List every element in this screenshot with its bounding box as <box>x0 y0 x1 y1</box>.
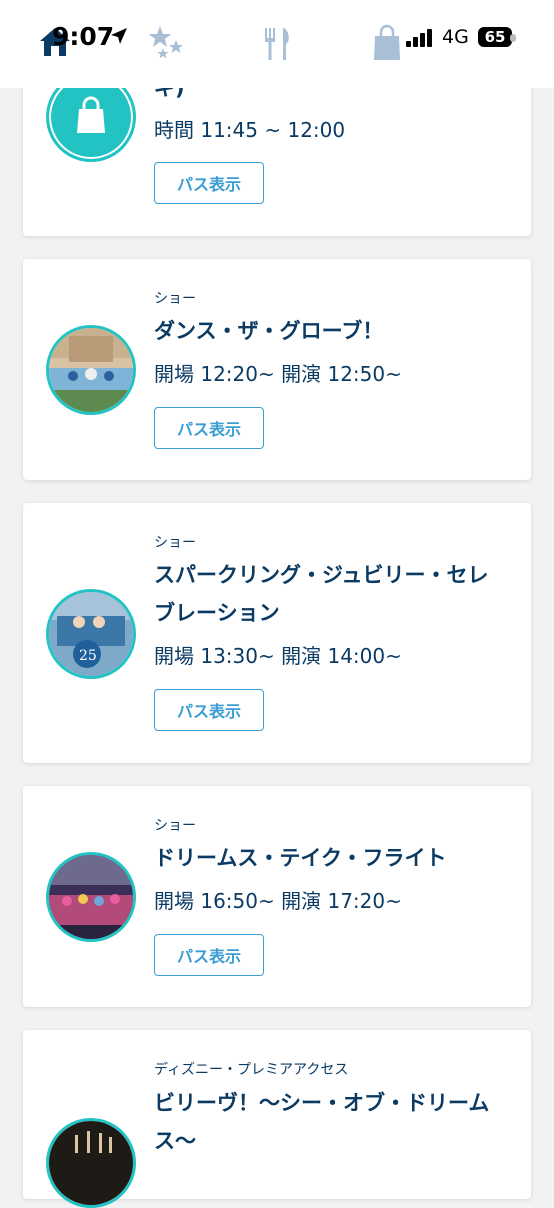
location-arrow-icon <box>111 28 127 44</box>
shopping-bag-icon[interactable] <box>372 24 402 62</box>
pass-card: 25 ショー スパークリング・ジュビリー・セレ ブレーション 開場 13:30~… <box>23 503 531 763</box>
battery-cap <box>510 34 516 42</box>
pass-title-line2: ブレーション <box>154 601 280 625</box>
pass-category: ディズニー・プレミアアクセス <box>154 1062 349 1078</box>
battery-level: 65 <box>478 27 512 47</box>
show-photo: 25 <box>49 592 133 676</box>
pass-time: 開場 16:50~ 開演 17:20~ <box>154 889 402 913</box>
pass-category: ショー <box>154 291 196 307</box>
show-thumbnail <box>46 852 136 942</box>
status-bar: 9:07 4G 65 <box>0 0 554 88</box>
pass-title-line1: ビリーヴ！〜シー・オブ・ドリーム <box>154 1091 490 1115</box>
show-pass-button[interactable]: パス表示 <box>154 407 264 449</box>
show-pass-button[interactable]: パス表示 <box>154 689 264 731</box>
show-photo <box>49 328 133 412</box>
restaurant-icon[interactable] <box>262 26 292 62</box>
pass-card: ショー ドリームス・テイク・フライト 開場 16:50~ 開演 17:20~ パ… <box>23 786 531 1007</box>
stars-icon[interactable] <box>148 24 186 60</box>
signal-icon <box>406 29 432 47</box>
show-photo <box>49 1121 133 1205</box>
pass-title: ドリームス・テイク・フライト <box>154 846 447 870</box>
svg-text:25: 25 <box>79 648 97 664</box>
show-pass-button[interactable]: パス表示 <box>154 162 264 204</box>
pass-time: 開場 12:20~ 開演 12:50~ <box>154 362 402 386</box>
show-photo <box>49 855 133 939</box>
pass-title-line2: ス〜 <box>154 1129 196 1153</box>
pass-card: ディズニー・プレミアアクセス ビリーヴ！〜シー・オブ・ドリーム ス〜 <box>23 1030 531 1208</box>
pass-category: ショー <box>154 535 196 551</box>
pass-category: ショー <box>154 818 196 834</box>
show-thumbnail: 25 <box>46 589 136 679</box>
show-pass-button[interactable]: パス表示 <box>154 934 264 976</box>
pass-time: 開場 13:30~ 開演 14:00~ <box>154 644 402 668</box>
pass-list[interactable]: ギ) 時間 11:45 ~ 12:00 パス表示 ショー ダンス・ザ・グローブ！… <box>0 0 554 1208</box>
network-type: 4G <box>442 26 469 48</box>
pass-title-line1: スパークリング・ジュビリー・セレ <box>154 563 489 587</box>
show-thumbnail <box>46 325 136 415</box>
pass-title: ダンス・ザ・グローブ！ <box>154 319 384 343</box>
show-thumbnail <box>46 1118 136 1208</box>
pass-card: ショー ダンス・ザ・グローブ！ 開場 12:20~ 開演 12:50~ パス表示 <box>23 259 531 480</box>
clock: 9:07 <box>52 22 115 51</box>
pass-time: 時間 11:45 ~ 12:00 <box>154 118 346 142</box>
